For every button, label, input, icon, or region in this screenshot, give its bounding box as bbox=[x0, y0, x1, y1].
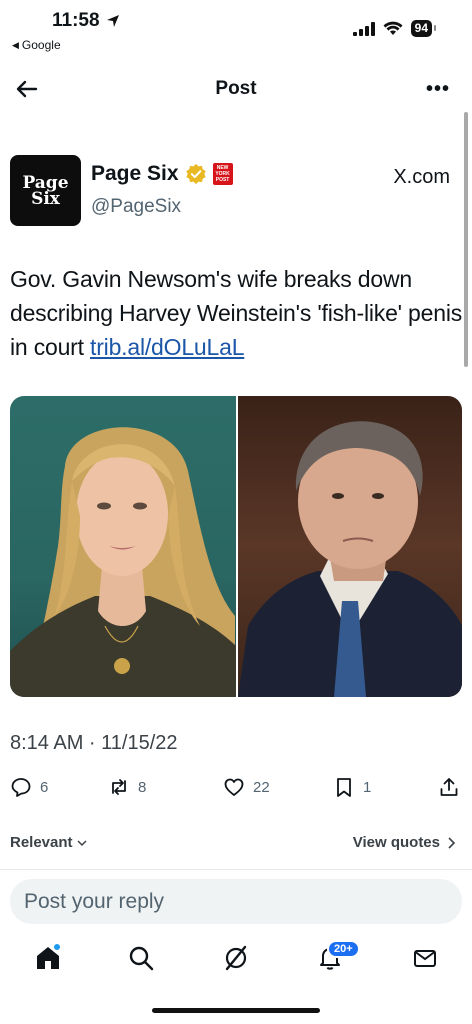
share-icon bbox=[440, 778, 458, 796]
home-unread-dot bbox=[54, 944, 60, 950]
post-header: Post ••• bbox=[0, 66, 472, 112]
photo-woman[interactable] bbox=[10, 396, 236, 697]
status-bar: 11:58 ◀ Google 94 bbox=[0, 0, 472, 60]
like-button[interactable]: 22 bbox=[223, 776, 270, 798]
bookmark-icon bbox=[337, 778, 351, 797]
woman-portrait-illustration bbox=[10, 427, 236, 697]
repost-button[interactable]: 8 bbox=[108, 776, 146, 798]
heart-icon bbox=[224, 778, 244, 796]
author-name-row[interactable]: Page Six NEW YORK POST bbox=[91, 162, 233, 186]
affiliate-newspaper-icon: NEW YORK POST bbox=[212, 163, 233, 185]
page-title: Post bbox=[215, 78, 257, 99]
repost-icon bbox=[112, 779, 126, 795]
post-timestamp: 8:14 AM · 11/15/22 bbox=[10, 732, 178, 754]
chevron-down-icon bbox=[77, 839, 87, 846]
status-time-text: 11:58 bbox=[52, 10, 100, 31]
view-quotes-link[interactable]: View quotes bbox=[353, 834, 456, 851]
messages-envelope-icon[interactable] bbox=[411, 944, 439, 972]
post-text: Gov. Gavin Newsom's wife breaks down des… bbox=[10, 262, 465, 364]
sort-label: Relevant bbox=[10, 834, 73, 851]
location-arrow-icon bbox=[106, 15, 119, 27]
verified-badge-icon bbox=[185, 164, 206, 184]
search-icon[interactable] bbox=[127, 944, 155, 972]
view-quotes-label: View quotes bbox=[352, 834, 440, 851]
post-media[interactable] bbox=[10, 396, 462, 697]
post-link[interactable]: trib.al/dOLuLaL bbox=[90, 334, 244, 360]
grok-icon[interactable] bbox=[222, 944, 250, 972]
man-portrait-illustration bbox=[238, 421, 462, 697]
back-to-app-link[interactable]: ◀ Google bbox=[12, 38, 61, 52]
status-indicators: 94 bbox=[352, 20, 437, 37]
notifications-badge: 20+ bbox=[327, 940, 360, 958]
reply-count: 6 bbox=[40, 778, 49, 796]
author-name: Page Six bbox=[91, 162, 179, 185]
bottom-nav bbox=[0, 934, 472, 984]
author-avatar[interactable]: Page Six bbox=[10, 155, 81, 226]
wifi-icon bbox=[383, 21, 403, 35]
sort-relevant-dropdown[interactable]: Relevant bbox=[10, 834, 88, 851]
source-label: X.com bbox=[393, 166, 450, 188]
bookmark-button[interactable]: 1 bbox=[333, 776, 371, 798]
avatar-text-line2: Six bbox=[31, 188, 60, 209]
chevron-right-icon bbox=[448, 836, 456, 849]
post-actions: 6 8 22 1 bbox=[10, 776, 462, 804]
bookmark-count: 1 bbox=[363, 778, 372, 796]
signal-icon bbox=[352, 21, 375, 36]
share-button[interactable] bbox=[438, 776, 460, 798]
repost-count: 8 bbox=[138, 778, 147, 796]
back-triangle-icon: ◀ bbox=[12, 39, 19, 50]
battery-indicator: 94 bbox=[410, 20, 437, 37]
back-app-label: Google bbox=[21, 38, 61, 52]
reply-icon bbox=[11, 778, 31, 797]
home-indicator[interactable] bbox=[152, 1008, 320, 1013]
more-options-icon[interactable]: ••• bbox=[426, 78, 450, 101]
photo-man[interactable] bbox=[238, 396, 462, 697]
divider bbox=[0, 869, 472, 870]
status-time: 11:58 bbox=[52, 10, 120, 32]
like-count: 22 bbox=[253, 778, 270, 796]
author-handle[interactable]: @PageSix bbox=[91, 196, 181, 218]
reply-input[interactable]: Post your reply bbox=[10, 879, 462, 924]
reply-button[interactable]: 6 bbox=[10, 776, 48, 798]
